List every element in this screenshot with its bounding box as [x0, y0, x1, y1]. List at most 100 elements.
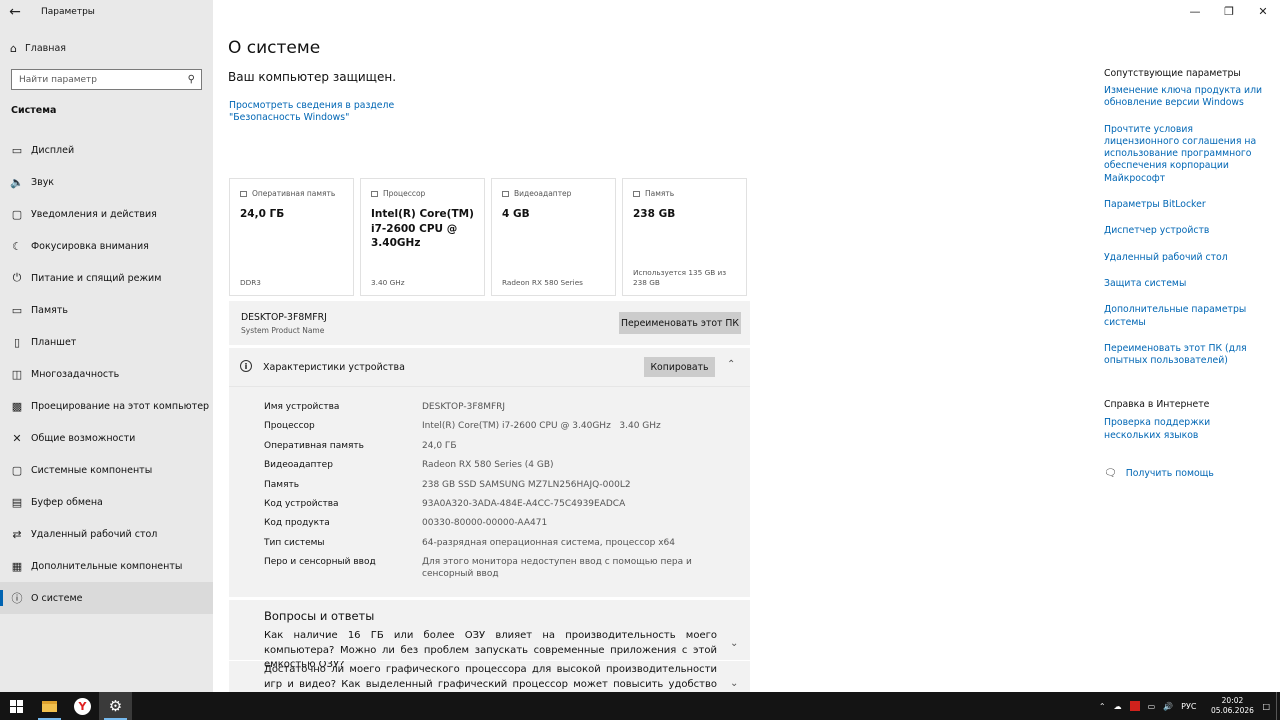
clipboard-icon: ▤ — [11, 495, 23, 509]
info-icon: ⓘ — [11, 592, 23, 605]
sidebar-item-sound[interactable]: 🔈 Звук — [0, 166, 213, 198]
divider — [229, 660, 750, 661]
card-sub: 3.40 GHz — [371, 278, 405, 287]
chevron-down-icon[interactable]: ⌄ — [730, 638, 738, 649]
show-desktop-button[interactable] — [1276, 692, 1280, 720]
sidebar-item-label: Фокусировка внимания — [31, 240, 149, 252]
power-icon: ⏻ — [12, 271, 22, 284]
shared-icon: ✕ — [12, 431, 22, 445]
taskbar-settings[interactable]: ⚙ — [99, 692, 132, 720]
card-caption-text: Видеоадаптер — [514, 189, 572, 198]
optional-features-icon: ▦ — [11, 559, 23, 573]
notification-icon: ▢ — [11, 207, 23, 221]
clock[interactable]: 20:02 05.06.2026 — [1206, 696, 1258, 716]
minimize-icon[interactable]: — — [1178, 0, 1212, 22]
spec-row: Имя устройства DESKTOP-3F8MFRJ — [264, 401, 727, 413]
sidebar-item-label: Удаленный рабочий стол — [31, 528, 158, 540]
network-icon[interactable]: ▭ — [1148, 702, 1156, 711]
sidebar-item-multitasking[interactable]: ◫ Многозадачность — [0, 358, 213, 390]
sidebar-item-label: Дополнительные компоненты — [31, 560, 183, 572]
related-link[interactable]: Защита системы — [1104, 278, 1264, 290]
faq-title: Вопросы и ответы — [264, 609, 375, 623]
taskbar-explorer[interactable] — [33, 692, 66, 720]
amd-icon[interactable] — [1129, 701, 1140, 711]
page-title: О системе — [228, 38, 321, 58]
spec-row: Оперативная память 24,0 ГБ — [264, 440, 727, 452]
chevron-up-icon[interactable]: ⌃ — [727, 359, 735, 370]
home-label: Главная — [24, 43, 67, 54]
related-heading: Сопутствующие параметры — [1104, 68, 1241, 79]
spec-value: DESKTOP-3F8MFRJ — [422, 402, 506, 412]
sidebar-item-system-components[interactable]: ▢ Системные компоненты — [0, 454, 213, 486]
sidebar-item-display[interactable]: ▭ Дисплей — [0, 134, 213, 166]
faq-question[interactable]: Достаточно ли моего графического процесс… — [264, 663, 717, 692]
sidebar-item-tablet[interactable]: ▯ Планшет — [0, 326, 213, 358]
pc-name-bar: DESKTOP-3F8MFRJ System Product Name Пере… — [229, 301, 750, 345]
sidebar-home[interactable]: ⌂ Главная — [10, 42, 66, 55]
device-specs-panel: i Характеристики устройства Копировать ⌃… — [229, 348, 750, 597]
security-link[interactable]: Просмотреть сведения в разделе "Безопасн… — [229, 100, 459, 124]
moon-icon: ☾ — [12, 239, 22, 253]
related-link[interactable]: Диспетчер устройств — [1104, 225, 1264, 237]
sidebar-item-projecting[interactable]: ▩ Проецирование на этот компьютер — [0, 390, 213, 422]
sidebar-item-label: Питание и спящий режим — [31, 272, 162, 284]
sidebar-item-remote-desktop[interactable]: ⇄ Удаленный рабочий стол — [0, 518, 213, 550]
card-value: 24,0 ГБ — [240, 208, 285, 220]
yandex-browser-icon: Y — [74, 697, 91, 715]
sidebar-item-label: Память — [31, 304, 68, 316]
chevron-up-icon[interactable]: ⌃ — [1099, 702, 1106, 711]
back-arrow-icon[interactable]: ← — [0, 0, 30, 24]
notification-center-icon[interactable]: □ — [1262, 702, 1270, 711]
spec-row: Код устройства 93A0A320-3ADA-484E-A4CC-75… — [264, 498, 727, 510]
sidebar-item-notifications[interactable]: ▢ Уведомления и действия — [0, 198, 213, 230]
start-button[interactable] — [0, 692, 33, 720]
related-link[interactable]: Параметры BitLocker — [1104, 199, 1264, 211]
projector-icon: ▩ — [11, 399, 23, 413]
search-icon[interactable]: ⚲ — [188, 74, 195, 85]
card-value: 4 GB — [502, 208, 530, 220]
card-caption: Видеоадаптер — [502, 189, 571, 198]
taskbar: Y ⚙ ⌃ ☁ ▭ 🔊 РУС 20:02 05.06.2026 □ — [0, 692, 1280, 720]
sidebar-item-about[interactable]: ⓘ О системе — [0, 582, 213, 614]
get-help-link[interactable]: 🗨 Получить помощь — [1104, 468, 1214, 479]
windows-logo-icon — [10, 699, 23, 713]
card-caption: Память — [633, 189, 674, 198]
restore-icon[interactable]: ❐ — [1212, 0, 1246, 22]
clock-date: 05.06.2026 — [1210, 706, 1254, 715]
sidebar-item-label: Уведомления и действия — [31, 208, 157, 220]
titlebar: ← Параметры — [0, 0, 213, 24]
close-icon[interactable]: ✕ — [1246, 0, 1280, 22]
sidebar-item-optional-features[interactable]: ▦ Дополнительные компоненты — [0, 550, 213, 582]
cpu-icon — [371, 190, 378, 197]
language-indicator[interactable]: РУС — [1181, 702, 1196, 711]
sidebar-item-shared-experiences[interactable]: ✕ Общие возможности — [0, 422, 213, 454]
rename-pc-button[interactable]: Переименовать этот ПК — [619, 312, 741, 334]
related-link[interactable]: Прочтите условия лицензионного соглашени… — [1104, 124, 1264, 185]
copy-button[interactable]: Копировать — [644, 357, 715, 377]
related-link[interactable]: Переименовать этот ПК (для опытных польз… — [1104, 343, 1264, 368]
sidebar-item-storage[interactable]: ▭ Память — [0, 294, 213, 326]
spec-cards: Оперативная память 24,0 ГБ DDR3 Процессо… — [229, 178, 747, 296]
storage-card: Память 238 GB Используется 135 GB из 238… — [622, 178, 747, 296]
spec-row: Перо и сенсорный ввод Для этого монитора … — [264, 556, 727, 580]
chevron-down-icon[interactable]: ⌄ — [730, 678, 738, 689]
sidebar-item-clipboard[interactable]: ▤ Буфер обмена — [0, 486, 213, 518]
gpu-icon — [502, 190, 509, 197]
volume-icon[interactable]: 🔊 — [1163, 702, 1173, 711]
cloud-icon[interactable]: ☁ — [1114, 702, 1122, 711]
web-help-link[interactable]: Проверка поддержки нескольких языков — [1104, 417, 1264, 442]
sidebar-item-focus[interactable]: ☾ Фокусировка внимания — [0, 230, 213, 262]
card-caption-text: Память — [645, 189, 675, 198]
search-input[interactable]: Найти параметр ⚲ — [11, 69, 202, 90]
related-link[interactable]: Изменение ключа продукта или обновление … — [1104, 85, 1264, 110]
spec-value: Radeon RX 580 Series (4 GB) — [422, 460, 554, 471]
sidebar-item-power[interactable]: ⏻ Питание и спящий режим — [0, 262, 213, 294]
spec-value: 93A0A320-3ADA-484E-A4CC-75C4939EADCA — [422, 498, 626, 509]
ram-card: Оперативная память 24,0 ГБ DDR3 — [229, 178, 354, 296]
card-value: Intel(R) Core(TM) i7-2600 CPU @ 3.40GHz — [371, 208, 474, 249]
related-link[interactable]: Дополнительные параметры системы — [1104, 304, 1264, 329]
related-link[interactable]: Удаленный рабочий стол — [1104, 252, 1264, 264]
taskbar-yandex-browser[interactable]: Y — [66, 692, 99, 720]
specs-header[interactable]: i Характеристики устройства Копировать ⌃ — [229, 348, 750, 386]
get-help-label: Получить помощь — [1125, 468, 1214, 479]
